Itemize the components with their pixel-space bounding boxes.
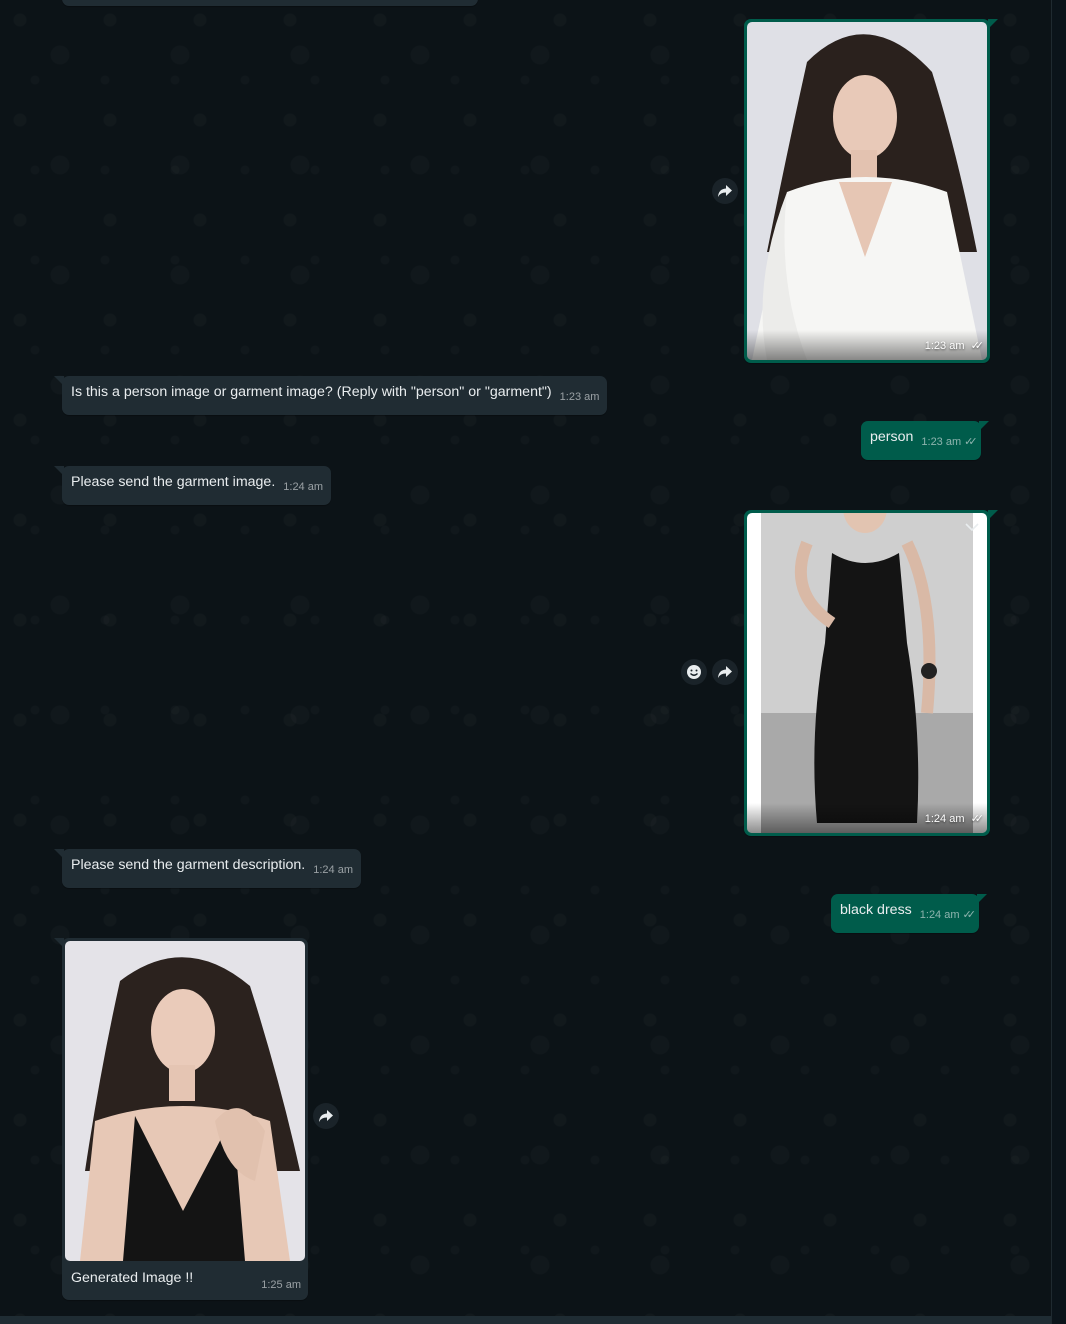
black-slip-dress-photo (747, 513, 987, 833)
message-time-text: 1:24 am (919, 909, 960, 921)
message-text: black dress (840, 902, 912, 918)
incoming-text-message[interactable]: Is this a person image or garment image?… (53, 376, 608, 415)
caption-text: Generated Image !! (71, 1270, 194, 1286)
message-time: 1:24 am (924, 813, 965, 825)
double-check-icon: ✓✓ (962, 909, 977, 921)
incoming-image-message[interactable]: Generated Image !! 1:25 am (54, 938, 308, 1300)
message-text: Please send the garment description. (71, 857, 306, 873)
message-time: 1:24 am ✓✓ (919, 906, 977, 925)
garment-photo[interactable]: 1:24 am ✓✓ (747, 513, 987, 833)
message-time: 1:24 am (283, 481, 324, 493)
message-time: 1:25 am (261, 1279, 301, 1291)
outgoing-text-message[interactable]: person 1:23 am ✓✓ (861, 421, 989, 460)
chevron-down-icon[interactable] (965, 519, 979, 538)
forward-icon (718, 666, 732, 678)
outgoing-text-message[interactable]: black dress 1:24 am ✓✓ (831, 894, 987, 933)
forward-icon (718, 185, 732, 197)
message-time: 1:23 am (924, 340, 965, 352)
forward-button[interactable] (712, 659, 738, 685)
message-meta: 1:24 am ✓✓ (924, 810, 985, 829)
message-meta: 1:23 am ✓✓ (924, 337, 985, 356)
chat-panel: 1:23 am ✓✓ Is this a person image or gar… (0, 0, 1052, 1324)
forward-icon (319, 1110, 333, 1122)
double-check-icon: ✓✓ (964, 436, 978, 448)
message-time: 1:23 am ✓✓ (921, 433, 978, 452)
previous-message-bubble[interactable] (62, 0, 478, 6)
message-time-text: 1:23 am (921, 436, 962, 448)
generated-photo[interactable] (65, 941, 305, 1261)
outgoing-image-message[interactable]: 1:24 am ✓✓ (744, 510, 998, 836)
message-time: 1:24 am (313, 864, 353, 876)
react-button[interactable] (681, 659, 707, 685)
outgoing-image-message[interactable]: 1:23 am ✓✓ (744, 19, 998, 363)
message-text: Is this a person image or garment image?… (71, 384, 552, 400)
double-check-icon: ✓✓ (970, 813, 985, 825)
incoming-text-message[interactable]: Please send the garment image. 1:24 am (53, 466, 332, 505)
emoji-smile-icon (687, 665, 701, 679)
person-photo[interactable]: 1:23 am ✓✓ (747, 22, 987, 360)
double-check-icon: ✓✓ (970, 340, 985, 352)
message-text: Please send the garment image. (71, 474, 276, 490)
incoming-text-message[interactable]: Please send the garment description. 1:24… (54, 849, 361, 888)
scrollbar[interactable] (1051, 0, 1066, 1324)
forward-button[interactable] (712, 178, 738, 204)
composer-edge (0, 1316, 1052, 1324)
woman-in-black-dress-photo (65, 941, 305, 1261)
message-time: 1:23 am (559, 391, 600, 403)
woman-in-white-blouse-photo (747, 22, 987, 360)
message-text: person (870, 429, 914, 445)
forward-button[interactable] (313, 1103, 339, 1129)
image-caption: Generated Image !! 1:25 am (65, 1261, 305, 1297)
